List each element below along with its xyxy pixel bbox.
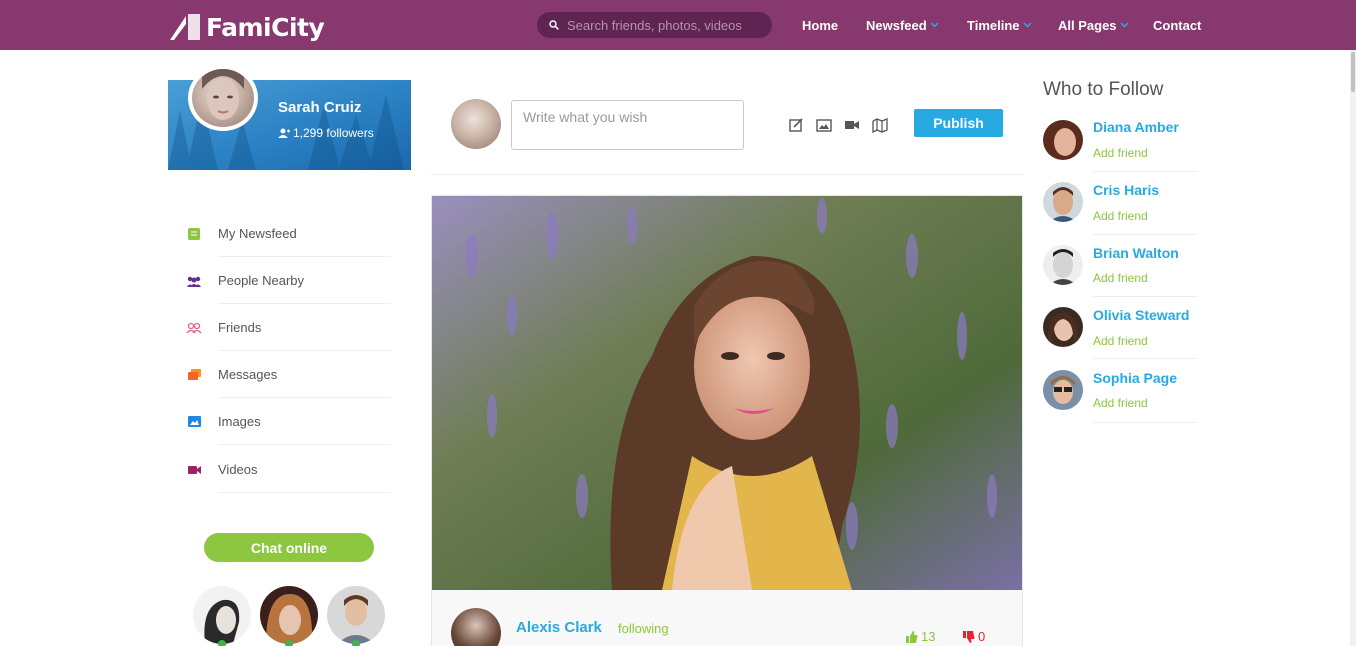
followers-count: 1,299 followers [293, 126, 374, 140]
nav-contact-label: Contact [1153, 17, 1202, 33]
avatar[interactable] [1043, 307, 1083, 347]
sidebar-item-newsfeed[interactable]: My Newsfeed [186, 210, 391, 257]
avatar[interactable] [327, 586, 385, 644]
divider [431, 174, 1023, 175]
chevron-down-icon [930, 22, 939, 28]
nav-home-label: Home [802, 17, 839, 33]
online-indicator [352, 640, 360, 646]
search-input[interactable] [567, 17, 757, 33]
search-bar [537, 12, 772, 38]
video-icon[interactable] [844, 117, 860, 133]
edit-icon[interactable] [788, 117, 804, 133]
post-image[interactable] [432, 196, 1022, 590]
logo-icon [170, 14, 200, 40]
add-friend-link[interactable]: Add friend [1093, 396, 1148, 410]
publish-button[interactable]: Publish [914, 109, 1003, 137]
scrollbar-track[interactable] [1350, 50, 1356, 646]
nav-newsfeed[interactable]: Newsfeed [866, 16, 939, 34]
dislike-count: 0 [978, 629, 986, 644]
followers-icon [278, 128, 290, 138]
divider [218, 444, 391, 445]
nav-contact[interactable]: Contact [1153, 16, 1201, 34]
divider [1093, 422, 1198, 423]
add-friend-link[interactable]: Add friend [1093, 271, 1148, 285]
like-button[interactable]: 13 [906, 629, 935, 644]
sidebar-item-label: Videos [218, 462, 258, 477]
following-status: following [618, 621, 669, 636]
divider [1093, 358, 1198, 359]
divider [1093, 171, 1198, 172]
add-friend-link[interactable]: Add friend [1093, 146, 1148, 160]
profile-followers: 1,299 followers [278, 126, 374, 140]
sidebar-item-images[interactable]: Images [186, 398, 391, 445]
thumbs-up-icon [906, 630, 918, 643]
divider [218, 492, 391, 493]
chevron-down-icon [1022, 22, 1032, 28]
avatar [451, 99, 501, 149]
avatar[interactable] [1043, 120, 1083, 160]
like-count: 13 [921, 629, 936, 644]
profile-photo [202, 69, 244, 120]
dislike-button[interactable]: 0 [963, 629, 985, 644]
avatar[interactable] [188, 65, 258, 131]
map-icon[interactable] [872, 117, 888, 133]
nav-timeline-label: Timeline [967, 17, 1020, 33]
sidebar-item-label: Friends [218, 320, 262, 335]
images-icon [186, 414, 202, 430]
avatar[interactable] [1043, 370, 1083, 410]
image-icon[interactable] [816, 117, 832, 133]
avatar[interactable] [193, 586, 251, 644]
newsfeed-icon [186, 226, 202, 242]
nav-all-pages-label: All Pages [1058, 17, 1117, 33]
online-indicator [218, 640, 226, 646]
nav-timeline[interactable]: Timeline [967, 16, 1032, 34]
profile-name[interactable]: Sarah Cruiz [278, 99, 361, 116]
nav-all-pages[interactable]: All Pages [1058, 16, 1129, 34]
scrollbar-thumb[interactable] [1351, 52, 1355, 92]
avatar[interactable] [1043, 245, 1083, 285]
chevron-down-icon [1120, 22, 1129, 28]
follow-name[interactable]: Sophia Page [1093, 370, 1177, 386]
online-indicator [285, 640, 293, 646]
chat-online-button[interactable]: Chat online [204, 533, 374, 562]
brand-name: FamiCity [206, 12, 325, 42]
sidebar-item-people-nearby[interactable]: People Nearby [186, 257, 391, 304]
messages-icon [186, 367, 202, 383]
post-author-name[interactable]: Alexis Clark [516, 619, 602, 636]
sidebar-item-label: Images [218, 414, 261, 429]
sidebar-item-videos[interactable]: Videos [186, 446, 391, 493]
follow-name[interactable]: Olivia Steward [1093, 307, 1189, 323]
divider [1093, 296, 1198, 297]
follow-name[interactable]: Diana Amber [1093, 119, 1179, 135]
search-icon [549, 20, 559, 30]
follow-name[interactable]: Cris Haris [1093, 182, 1159, 198]
add-friend-link[interactable]: Add friend [1093, 334, 1148, 348]
sidebar-item-friends[interactable]: Friends [186, 304, 391, 351]
videos-icon [186, 462, 202, 478]
friends-icon [186, 320, 202, 336]
people-icon [186, 273, 202, 289]
post-composer-input[interactable] [511, 100, 744, 150]
follow-name[interactable]: Brian Walton [1093, 245, 1179, 261]
brand-logo[interactable]: FamiCity [168, 12, 325, 42]
divider [1093, 234, 1198, 235]
who-to-follow-title: Who to Follow [1043, 79, 1164, 100]
sidebar-item-label: Messages [218, 367, 278, 382]
sidebar-item-messages[interactable]: Messages [186, 351, 391, 398]
sidebar-item-label: People Nearby [218, 273, 304, 288]
avatar[interactable] [260, 586, 318, 644]
add-friend-link[interactable]: Add friend [1093, 209, 1148, 223]
nav-newsfeed-label: Newsfeed [866, 17, 927, 33]
nav-home[interactable]: Home [802, 16, 838, 34]
avatar[interactable] [1043, 182, 1083, 222]
thumbs-down-icon [963, 630, 975, 643]
sidebar-item-label: My Newsfeed [218, 226, 297, 241]
